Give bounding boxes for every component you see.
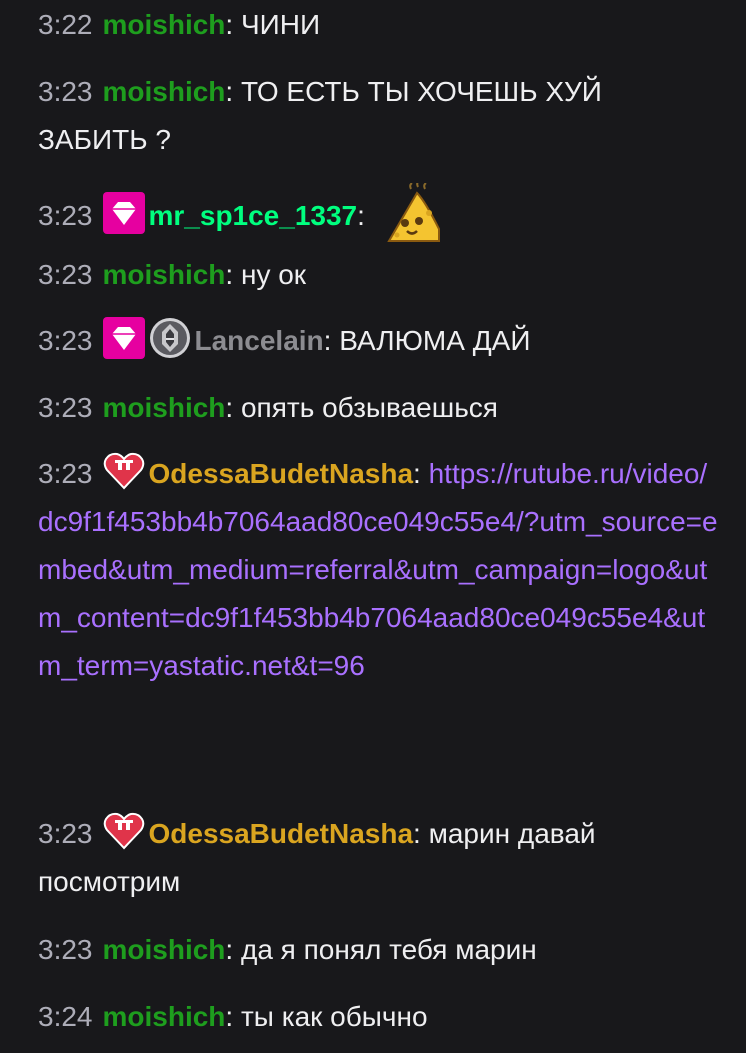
chat-message: 3:23 moishich: да я понял тебя марин xyxy=(38,926,718,974)
chat-message: 3:23 OdessaBudetNasha: марин давай посмот… xyxy=(38,810,688,906)
separator: : xyxy=(225,392,241,423)
diamond-badge[interactable] xyxy=(102,317,145,359)
message-text: ВАЛЮМА ДАЙ xyxy=(339,325,531,356)
chat-message: 3:23 moishich: опять обзываешься xyxy=(38,384,718,432)
message-text: да я понял тебя марин xyxy=(240,934,537,965)
username[interactable]: mr_sp1ce_1337 xyxy=(149,200,358,231)
timestamp: 3:23 xyxy=(38,200,93,231)
timestamp: 3:23 xyxy=(38,818,93,849)
message-text: ну ок xyxy=(240,259,307,290)
separator: : xyxy=(357,200,373,231)
username[interactable]: moishich xyxy=(103,9,226,40)
timestamp: 3:24 xyxy=(38,1001,93,1032)
separator: : xyxy=(225,934,241,965)
timestamp: 3:23 xyxy=(38,934,93,965)
timestamp: 3:23 xyxy=(38,76,93,107)
username[interactable]: Lancelain xyxy=(195,325,324,356)
chat-message: 3:22 moishich: ЧИНИ xyxy=(38,1,718,49)
username[interactable]: moishich xyxy=(103,392,226,423)
username[interactable]: moishich xyxy=(103,76,226,107)
username[interactable]: OdessaBudetNasha xyxy=(149,458,414,489)
chat-message: 3:23 moishich: ТО ЕСТЬ ТЫ ХОЧЕШЬ ХУЙ ЗАБИ… xyxy=(38,68,698,164)
chat-log: 3:22 moishich: ЧИНИ 3:23 moishich: ТО ЕСТЬ… xyxy=(0,0,746,1053)
timestamp: 3:23 xyxy=(38,325,93,356)
timestamp: 3:23 xyxy=(38,259,93,290)
chat-message: 3:23 mr_sp1ce_1337: xyxy=(38,180,718,247)
timestamp: 3:23 xyxy=(38,458,93,489)
username[interactable]: moishich xyxy=(103,259,226,290)
timestamp: 3:22 xyxy=(38,9,93,40)
separator: : xyxy=(413,818,429,849)
separator: : xyxy=(323,325,340,356)
separator: : xyxy=(225,259,241,290)
heart-badge[interactable] xyxy=(103,810,145,852)
username[interactable]: moishich xyxy=(103,1001,226,1032)
chat-message: 3:23 moishich: ну ок xyxy=(38,251,718,299)
chat-message: 3:23 OdessaBudetNasha: https://rutube.ru/… xyxy=(38,450,718,690)
separator: : xyxy=(225,9,241,40)
message-text: опять обзываешься xyxy=(240,392,498,423)
timestamp: 3:23 xyxy=(38,392,93,423)
message-text: ты как обычно xyxy=(240,1001,428,1032)
separator: : xyxy=(225,76,241,107)
separator: : xyxy=(225,1001,241,1032)
username[interactable]: moishich xyxy=(103,934,226,965)
username[interactable]: OdessaBudetNasha xyxy=(149,818,414,849)
cheese-emote[interactable] xyxy=(381,180,445,247)
helmet-badge[interactable] xyxy=(149,317,191,359)
heart-badge[interactable] xyxy=(103,450,145,492)
separator: : xyxy=(413,458,429,489)
message-text: ЧИНИ xyxy=(240,9,321,40)
chat-message: 3:23 Lancelain: ВАЛЮМА ДАЙ xyxy=(38,317,718,365)
chat-message: 3:24 moishich: ты как обычно xyxy=(38,993,718,1041)
diamond-badge[interactable] xyxy=(102,192,145,234)
